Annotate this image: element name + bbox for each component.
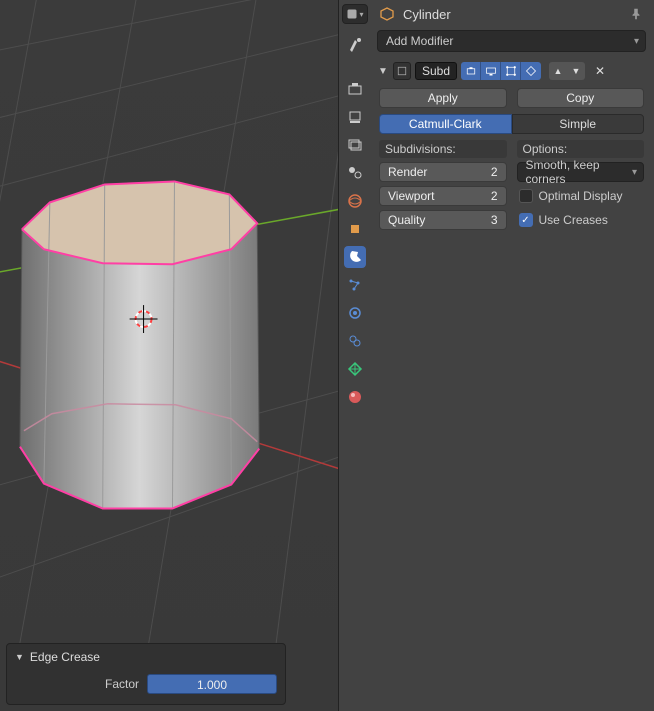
properties-breadcrumb: Cylinder	[375, 4, 648, 28]
modifier-name-field[interactable]: Subd	[415, 62, 457, 80]
copy-button[interactable]: Copy	[517, 88, 645, 108]
physics-tab-icon[interactable]	[344, 302, 366, 324]
world-tab-icon[interactable]	[344, 190, 366, 212]
factor-field[interactable]: 1.000	[147, 674, 277, 694]
operator-panel[interactable]: ▼ Edge Crease Factor 1.000	[6, 643, 286, 705]
material-tab-icon[interactable]	[344, 386, 366, 408]
catmull-clark-toggle[interactable]: Catmull-Clark	[379, 114, 512, 134]
show-cage-icon[interactable]	[521, 62, 541, 80]
viewport-label: Viewport	[388, 189, 434, 203]
optimal-display-label: Optimal Display	[539, 189, 623, 203]
render-value: 2	[491, 165, 498, 179]
3d-viewport[interactable]: ▼ Edge Crease Factor 1.000	[0, 0, 339, 711]
optimal-display-row[interactable]: Optimal Display	[517, 186, 645, 206]
subdivisions-header: Subdivisions:	[379, 140, 507, 158]
viewport-value: 2	[491, 189, 498, 203]
viewport-scene	[0, 0, 338, 709]
move-up-button[interactable]: ▲	[549, 62, 567, 80]
particles-tab-icon[interactable]	[344, 274, 366, 296]
constraints-tab-icon[interactable]	[344, 330, 366, 352]
modifier-tab-icon[interactable]	[344, 246, 366, 268]
optimal-display-checkbox[interactable]	[519, 189, 533, 203]
tool-tab-icon[interactable]	[344, 34, 366, 56]
editor-type-dropdown[interactable]: ▾	[342, 4, 368, 24]
viewport-subdiv-field[interactable]: Viewport 2	[379, 186, 507, 206]
object-name: Cylinder	[403, 7, 451, 22]
mesh-icon	[379, 6, 395, 22]
modifier-type-icon	[393, 62, 411, 80]
quality-label: Quality	[388, 213, 425, 227]
factor-label: Factor	[105, 677, 139, 691]
properties-tab-strip: ▾	[339, 0, 371, 711]
collapse-chevron-icon: ▼	[15, 652, 24, 662]
simple-toggle[interactable]: Simple	[512, 114, 645, 134]
operator-panel-header[interactable]: ▼ Edge Crease	[15, 650, 277, 664]
options-header: Options:	[517, 140, 645, 158]
apply-button[interactable]: Apply	[379, 88, 507, 108]
operator-title: Edge Crease	[30, 650, 100, 664]
modifier-subdivision-surface: ▼ Subd ▲ ▼ ✕ Apply Copy Catmull-Clark S	[375, 58, 648, 234]
viewlayer-tab-icon[interactable]	[344, 134, 366, 156]
show-editmode-icon[interactable]	[501, 62, 521, 80]
use-creases-row[interactable]: ✓ Use Creases	[517, 210, 645, 230]
output-tab-icon[interactable]	[344, 106, 366, 128]
pin-icon[interactable]	[628, 6, 644, 22]
uv-smooth-select[interactable]: Smooth, keep corners	[517, 162, 645, 182]
modifier-properties-panel: Cylinder Add Modifier ▼ Subd ▲ ▼ ✕	[371, 0, 654, 711]
use-creases-label: Use Creases	[539, 213, 608, 227]
use-creases-checkbox[interactable]: ✓	[519, 213, 533, 227]
modifier-visibility-group	[461, 62, 541, 80]
render-label: Render	[388, 165, 427, 179]
object-tab-icon[interactable]	[344, 218, 366, 240]
move-down-button[interactable]: ▼	[567, 62, 585, 80]
delete-modifier-button[interactable]: ✕	[591, 62, 609, 80]
scene-tab-icon[interactable]	[344, 162, 366, 184]
quality-field[interactable]: Quality 3	[379, 210, 507, 230]
render-subdiv-field[interactable]: Render 2	[379, 162, 507, 182]
render-tab-icon[interactable]	[344, 78, 366, 100]
show-render-icon[interactable]	[461, 62, 481, 80]
add-modifier-dropdown[interactable]: Add Modifier	[377, 30, 646, 52]
collapse-icon[interactable]: ▼	[377, 66, 389, 77]
mesh-data-tab-icon[interactable]	[344, 358, 366, 380]
quality-value: 3	[491, 213, 498, 227]
show-viewport-icon[interactable]	[481, 62, 501, 80]
